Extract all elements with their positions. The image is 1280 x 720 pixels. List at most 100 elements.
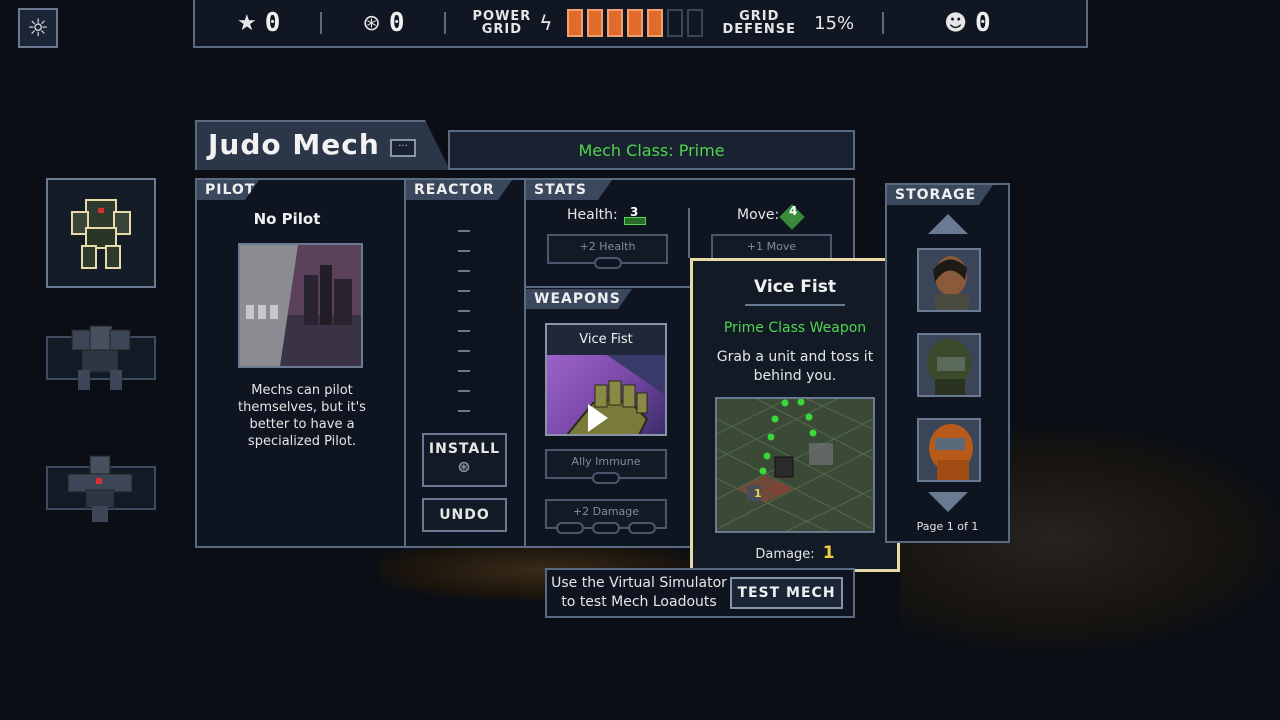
power-bar <box>646 9 663 37</box>
pilot-description: Mechs can pilot themselves, but it's bet… <box>238 383 366 449</box>
lightning-icon: ϟ <box>539 11 553 35</box>
storage-section-header: STORAGE <box>887 185 993 205</box>
move-icon: 4 <box>779 204 806 230</box>
reactor-slot <box>458 270 470 272</box>
mech-class-bar: Mech Class: Prime <box>448 130 855 170</box>
move-upgrade-label: +1 Move <box>746 240 797 253</box>
divider <box>882 12 885 34</box>
city-window-image <box>240 245 361 366</box>
damage-label: Damage: <box>755 547 815 562</box>
mech-class-text: Mech Class: Prime <box>578 140 725 160</box>
gear-icon: ☼ <box>27 14 49 42</box>
divider <box>524 180 526 546</box>
tooltip-class: Prime Class Weapon <box>723 320 867 336</box>
health-upgrade-label: +2 Health <box>579 240 636 253</box>
storage-pilot-2[interactable] <box>917 333 981 397</box>
pilot-face-2 <box>919 335 979 395</box>
power-grid-label: POWER GRID <box>472 9 532 37</box>
power-bar <box>606 9 623 37</box>
pilots-counter: ☻ 0 <box>944 8 991 38</box>
mech-name: Judo Mech <box>208 128 380 161</box>
grid-defense-value: 15% <box>814 12 855 34</box>
top-status-bar: ★ 0 ⊛ 0 POWER GRID ϟ GRID DEFENSE 15% ☻ … <box>193 0 1088 48</box>
mouse-cursor <box>588 404 608 432</box>
judo-mech-icon <box>71 199 131 269</box>
preview-tile-number: 1 <box>754 487 762 500</box>
divider <box>688 208 690 258</box>
preview-board: 1 <box>717 399 873 531</box>
core-icon: ⊛ <box>457 457 472 476</box>
cores-value: 0 <box>388 8 405 38</box>
weapon-tooltip: Vice Fist Prime Class Weapon Grab a unit… <box>690 258 900 572</box>
cores-counter: ⊛ 0 <box>362 8 404 38</box>
pilots-value: 0 <box>975 8 991 38</box>
pilot-portrait[interactable] <box>238 243 363 368</box>
storage-pilot-3[interactable] <box>917 418 981 482</box>
health-bar <box>624 217 646 225</box>
pilot-face-1 <box>919 250 979 310</box>
reactor-slot <box>458 250 470 252</box>
storage-pilot-1[interactable] <box>917 248 981 312</box>
rename-button[interactable]: ··· <box>390 139 416 157</box>
power-grid: POWER GRID ϟ <box>472 9 703 37</box>
reactor-slot <box>458 410 470 412</box>
reactor-slot <box>458 230 470 232</box>
upgrade-pip <box>592 472 620 484</box>
pilot-name: No Pilot <box>253 210 321 228</box>
install-button[interactable]: INSTALL ⊛ <box>422 433 507 487</box>
reactor-slot <box>458 370 470 372</box>
upgrade-pip <box>592 522 620 534</box>
reactor-slot <box>458 290 470 292</box>
power-bar <box>686 9 703 37</box>
storage-down-arrow[interactable] <box>928 492 968 512</box>
health-icon: 3 <box>622 205 646 225</box>
reactor-slot <box>458 310 470 312</box>
tooltip-title: Vice Fist <box>754 277 836 297</box>
grid-defense: GRID DEFENSE 15% <box>723 10 855 36</box>
storage-up-arrow[interactable] <box>928 214 968 234</box>
weapons-section-header: WEAPONS <box>526 289 632 309</box>
power-bar <box>566 9 583 37</box>
move-value: 4 <box>789 204 798 218</box>
move-label: Move: <box>737 207 780 223</box>
install-label: INSTALL <box>428 441 501 457</box>
divider <box>404 180 406 546</box>
divider <box>444 12 447 34</box>
storage-page-label: Page 1 of 1 <box>916 520 979 533</box>
grid-defense-label: GRID DEFENSE <box>722 9 797 37</box>
reactor-slot <box>458 390 470 392</box>
test-mech-button[interactable]: TEST MECH <box>730 577 843 609</box>
test-hint: Use the Virtual Simulator to test Mech L… <box>551 575 727 610</box>
reputation-value: 0 <box>264 8 281 38</box>
ally-immune-label: Ally Immune <box>571 455 641 468</box>
power-bar <box>586 9 603 37</box>
core-icon: ⊛ <box>362 10 381 36</box>
health-label: Health: <box>567 207 618 223</box>
mech-slot-judo[interactable] <box>46 178 156 288</box>
reactor-slot <box>458 330 470 332</box>
star-icon: ★ <box>237 10 257 36</box>
tooltip-description: Grab a unit and toss it behind you. <box>716 349 874 384</box>
power-bar <box>626 9 643 37</box>
upgrade-pip <box>594 257 622 269</box>
weapon-preview: 1 <box>715 397 875 533</box>
tooltip-underline <box>745 304 845 306</box>
defense-mech-icon[interactable] <box>62 452 138 524</box>
reactor-slot <box>458 350 470 352</box>
undo-button[interactable]: UNDO <box>422 498 507 532</box>
pilot-face-3 <box>919 420 979 480</box>
damage-value: 1 <box>822 543 835 563</box>
tooltip-damage: Damage: 1 <box>693 543 897 563</box>
power-bar <box>666 9 683 37</box>
power-bars <box>566 9 703 37</box>
reputation-counter: ★ 0 <box>237 8 280 38</box>
reactor-section-header: REACTOR <box>406 180 512 200</box>
settings-button[interactable]: ☼ <box>18 8 58 48</box>
pilots-icon: ☻ <box>944 10 968 36</box>
plus-damage-label: +2 Damage <box>572 505 640 518</box>
divider <box>320 12 323 34</box>
upgrade-pip <box>628 522 656 534</box>
siege-mech-icon[interactable] <box>62 320 138 396</box>
weapon-card-title: Vice Fist <box>547 325 665 355</box>
upgrade-pip <box>556 522 584 534</box>
